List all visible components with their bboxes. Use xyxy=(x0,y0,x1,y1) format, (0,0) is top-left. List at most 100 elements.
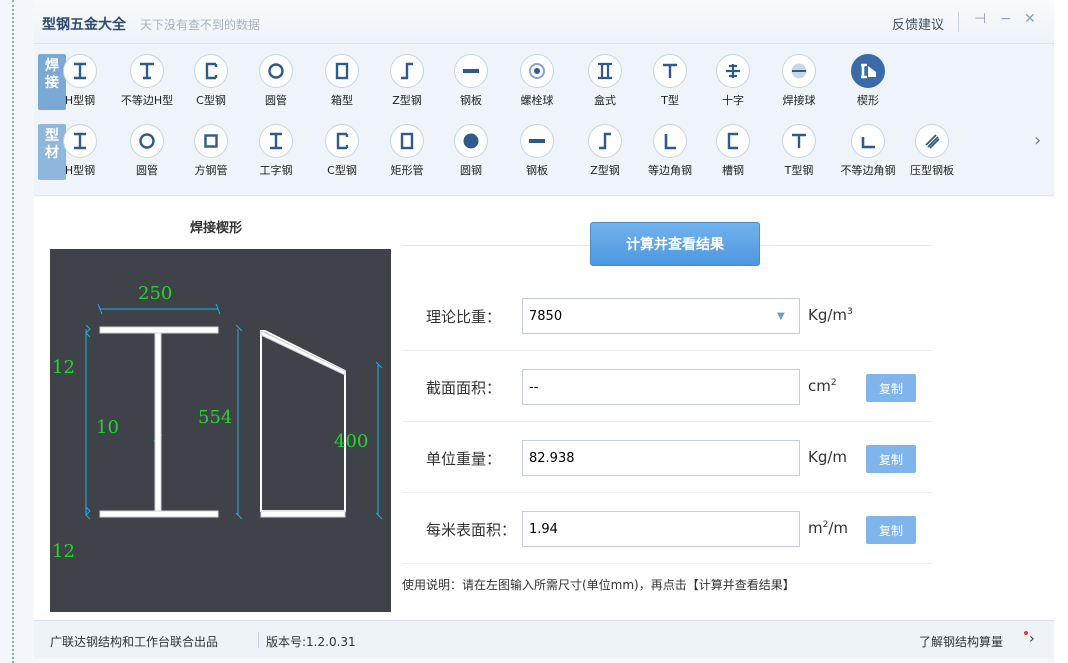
toolbar-item-label: 盒式 xyxy=(594,94,616,107)
box-type-icon xyxy=(588,54,622,88)
toolbar-item-i-beam[interactable]: H型钢 xyxy=(48,124,112,178)
field-unit: Kg/m xyxy=(808,448,847,466)
toolbar-item-t-section[interactable]: T型 xyxy=(638,54,702,108)
toolbar-item-steel-plate[interactable]: 钢板 xyxy=(439,54,503,108)
unit-base: Kg/m xyxy=(808,306,848,324)
app-title: 型钢五金大全 xyxy=(42,17,126,33)
dim-height-right[interactable]: 400 xyxy=(334,431,368,452)
top-flange-shape xyxy=(99,326,219,334)
close-icon[interactable]: ✕ xyxy=(1024,11,1036,27)
round-tube-icon xyxy=(130,124,164,158)
toolbar-item-rect-tube[interactable]: 矩形管 xyxy=(375,124,439,178)
dim-bottom-flange-thk[interactable]: 12 xyxy=(52,541,75,562)
dim-top-flange-thk[interactable]: 12 xyxy=(52,357,75,378)
calculate-button[interactable]: 计算并查看结果 xyxy=(590,222,760,266)
toolbar-item-label: C型钢 xyxy=(327,164,357,177)
toolbar-item-wedge-section[interactable]: 楔形 xyxy=(836,54,900,108)
field-input[interactable] xyxy=(522,511,800,547)
window-edge xyxy=(1054,0,1068,663)
toolbar-item-label: 圆管 xyxy=(265,94,287,107)
unequal-angle-icon xyxy=(851,124,885,158)
field-row: 截面面积： cm2 复制 xyxy=(402,352,932,422)
unit-tail: /m xyxy=(828,519,849,537)
toolbar-item-label: C型钢 xyxy=(196,94,226,107)
toolbar-item-channel[interactable]: 槽钢 xyxy=(701,124,765,178)
dim-height-left[interactable]: 554 xyxy=(198,407,232,428)
toolbar-item-bolt-ball[interactable]: 螺栓球 xyxy=(505,54,569,108)
toolbar-item-label: 等边角钢 xyxy=(648,164,692,177)
box-section-icon xyxy=(325,54,359,88)
copy-button[interactable]: 复制 xyxy=(866,516,916,544)
equal-angle-icon xyxy=(653,124,687,158)
side-top-edge xyxy=(260,330,346,376)
toolbar-item-c-channel[interactable]: C型钢 xyxy=(179,54,243,108)
field-input[interactable] xyxy=(522,369,800,405)
toolbar-item-label: Z型钢 xyxy=(590,164,620,177)
toolbar-item-label: 槽钢 xyxy=(722,164,744,177)
field-label: 每米表面积： xyxy=(426,521,517,539)
toolbar-item-box-section[interactable]: 箱型 xyxy=(310,54,374,108)
toolbar-item-welded-ball[interactable]: 焊接球 xyxy=(767,54,831,108)
bottom-flange-shape xyxy=(99,510,219,518)
toolbar-item-label: 矩形管 xyxy=(390,164,424,177)
toolbar-item-cross-section[interactable]: 十字 xyxy=(701,54,765,108)
unit-base: Kg/m xyxy=(808,448,848,466)
chevron-right-icon[interactable]: › xyxy=(1029,631,1035,647)
notification-dot-icon xyxy=(1024,631,1028,635)
wedge-section-icon xyxy=(851,54,885,88)
toolbar-item-z-section[interactable]: Z型钢 xyxy=(573,124,637,178)
toolbar-item-c-channel[interactable]: C型钢 xyxy=(310,124,374,178)
round-tube-icon xyxy=(259,54,293,88)
toolbar-item-round-bar[interactable]: 圆钢 xyxy=(439,124,503,178)
cross-section-icon xyxy=(716,54,750,88)
usage-note: 使用说明：请在左图输入所需尺寸(单位mm)，再点击【计算并查看结果】 xyxy=(402,578,795,592)
toolbar-item-label: 方钢管 xyxy=(194,164,228,177)
toolbar-item-round-tube[interactable]: 圆管 xyxy=(115,124,179,178)
toolbar-item-t-section[interactable]: T型钢 xyxy=(767,124,831,178)
web-shape xyxy=(154,332,162,512)
toolbar-item-label: 焊接球 xyxy=(782,94,816,107)
minimize-icon[interactable]: − xyxy=(1000,11,1012,27)
z-section-icon xyxy=(390,54,424,88)
chevron-right-icon[interactable]: › xyxy=(1034,130,1041,151)
field-input[interactable] xyxy=(522,298,800,334)
toolbar-item-box-type[interactable]: 盒式 xyxy=(573,54,637,108)
toolbar-item-label: T型 xyxy=(661,94,679,107)
learn-link[interactable]: 了解钢结构算量 xyxy=(919,633,1003,650)
toolbar-item-label: T型钢 xyxy=(784,164,814,177)
round-bar-icon xyxy=(454,124,488,158)
dim-web-thk[interactable]: 10 xyxy=(96,417,119,438)
c-channel-icon xyxy=(194,54,228,88)
toolbar-item-label: 钢板 xyxy=(526,164,548,177)
toolbar-item-steel-plate[interactable]: 钢板 xyxy=(505,124,569,178)
producer-text: 广联达钢结构和工作台联合出品 xyxy=(50,635,219,649)
toolbar-item-round-tube[interactable]: 圆管 xyxy=(244,54,308,108)
copy-button[interactable]: 复制 xyxy=(866,445,916,473)
copy-button[interactable]: 复制 xyxy=(866,374,916,402)
side-bottom-flange xyxy=(260,510,346,518)
section-toolbar: 焊 接 型 材 H型钢 不等边H型 C型钢 圆管 箱型 Z型钢 钢板 螺栓球 盒式 T型 十字 焊接球… xyxy=(34,44,1054,196)
dim-top-width[interactable]: 250 xyxy=(138,283,172,304)
toolbar-item-i-steel[interactable]: 工字钢 xyxy=(244,124,308,178)
bolt-ball-icon xyxy=(520,54,554,88)
toolbar-item-z-section[interactable]: Z型钢 xyxy=(375,54,439,108)
field-row: 单位重量： Kg/m 复制 xyxy=(402,423,932,493)
welded-ball-icon xyxy=(782,54,816,88)
z-section-icon xyxy=(588,124,622,158)
field-row: 理论比重： ▼ Kg/m3 xyxy=(402,281,932,351)
toolbar-item-square-tube[interactable]: 方钢管 xyxy=(179,124,243,178)
i-beam-icon xyxy=(63,124,97,158)
toolbar-item-i-beam[interactable]: H型钢 xyxy=(48,54,112,108)
toolbar-item-unequal-i-beam[interactable]: 不等边H型 xyxy=(115,54,179,108)
toolbar-item-unequal-angle[interactable]: 不等边角钢 xyxy=(836,124,900,178)
feedback-link[interactable]: 反馈建议 xyxy=(892,14,944,33)
toolbar-item-profiled-sheet[interactable]: 压型钢板 xyxy=(900,124,964,178)
field-input[interactable] xyxy=(522,440,800,476)
field-label: 单位重量： xyxy=(426,450,502,468)
title-bar: 型钢五金大全 天下没有查不到的数据 反馈建议 ⊣ − ✕ xyxy=(34,0,1054,44)
toolbar-item-equal-angle[interactable]: 等边角钢 xyxy=(638,124,702,178)
profiled-sheet-icon xyxy=(915,124,949,158)
pin-icon[interactable]: ⊣ xyxy=(974,11,986,27)
app-window: 型钢五金大全 天下没有查不到的数据 反馈建议 ⊣ − ✕ 焊 接 型 材 H型钢… xyxy=(0,0,1068,663)
chevron-down-icon[interactable]: ▼ xyxy=(777,311,785,322)
